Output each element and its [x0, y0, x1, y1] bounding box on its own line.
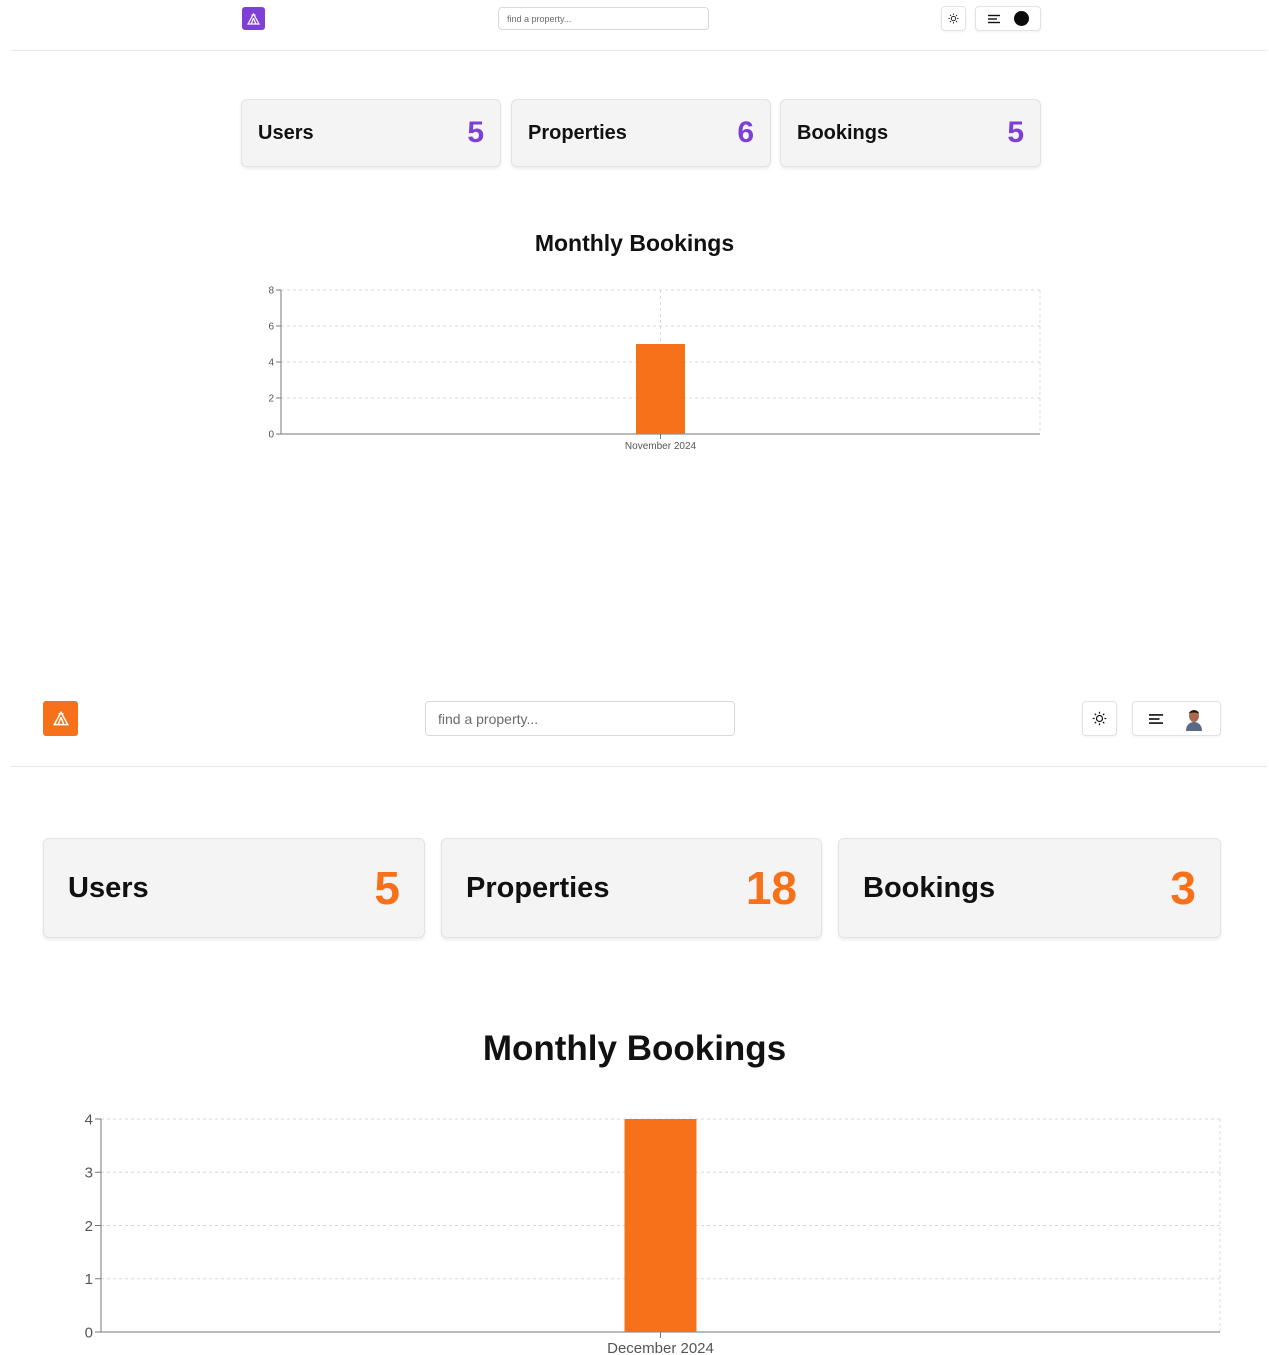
- y-tick-label: 0: [85, 1324, 93, 1341]
- y-tick-label: 8: [268, 286, 274, 297]
- sun-icon: [1092, 711, 1107, 726]
- y-tick-label: 4: [268, 358, 274, 369]
- theme-toggle-button[interactable]: [941, 6, 966, 31]
- header-divider: [11, 50, 1267, 51]
- logo-icon[interactable]: [242, 7, 265, 30]
- y-tick-label: 2: [268, 394, 274, 405]
- theme-toggle-button[interactable]: [1082, 701, 1117, 736]
- y-tick-label: 4: [85, 1111, 93, 1128]
- monthly-bookings-chart: 0 1 2 3 4 December 2024: [85, 1111, 1221, 1355]
- stat-label: Bookings: [863, 871, 996, 904]
- menu-lines-icon: [1148, 713, 1163, 724]
- stat-card-users: Users 5: [43, 838, 425, 938]
- stat-label: Properties: [528, 121, 627, 144]
- logo-icon[interactable]: [43, 701, 78, 736]
- header-divider: [11, 766, 1267, 767]
- avatar: [1182, 706, 1205, 731]
- sun-icon: [948, 13, 959, 24]
- stat-card-bookings: Bookings 5: [780, 99, 1041, 167]
- y-tick-label: 2: [85, 1218, 93, 1235]
- stat-label: Users: [68, 871, 149, 904]
- y-tick-label: 3: [85, 1165, 93, 1182]
- x-tick-label: December 2024: [607, 1340, 714, 1355]
- search-input[interactable]: [498, 7, 709, 30]
- stat-card-properties: Properties 6: [511, 99, 771, 167]
- avatar: [1013, 11, 1029, 26]
- bar: [636, 344, 685, 434]
- user-menu-button[interactable]: [975, 6, 1041, 31]
- stat-card-users: Users 5: [241, 99, 501, 167]
- menu-lines-icon: [987, 14, 1000, 23]
- stat-value: 3: [1170, 862, 1196, 914]
- stat-value: 6: [737, 116, 754, 149]
- user-menu-button[interactable]: [1132, 701, 1221, 736]
- y-tick-label: 6: [268, 322, 274, 333]
- monthly-bookings-chart: 0 2 4 6 8 November 2024: [268, 286, 1041, 452]
- bar: [624, 1119, 697, 1332]
- x-tick-label: November 2024: [625, 441, 697, 452]
- stat-label: Properties: [466, 871, 610, 904]
- chart-title: Monthly Bookings: [482, 1029, 787, 1068]
- stat-value: 5: [467, 116, 484, 149]
- y-tick-label: 0: [268, 430, 274, 441]
- camp-tent-icon: [52, 711, 69, 726]
- search-input[interactable]: [425, 701, 735, 736]
- stat-card-bookings: Bookings 3: [838, 838, 1221, 938]
- stat-value: 18: [745, 862, 797, 914]
- stat-card-properties: Properties 18: [441, 838, 822, 938]
- camp-tent-icon: [247, 12, 260, 25]
- y-tick-label: 1: [85, 1271, 93, 1288]
- stat-value: 5: [374, 862, 400, 914]
- stat-label: Bookings: [797, 121, 889, 144]
- stat-label: Users: [258, 121, 314, 144]
- chart-title: Monthly Bookings: [534, 230, 735, 256]
- stat-value: 5: [1007, 116, 1024, 149]
